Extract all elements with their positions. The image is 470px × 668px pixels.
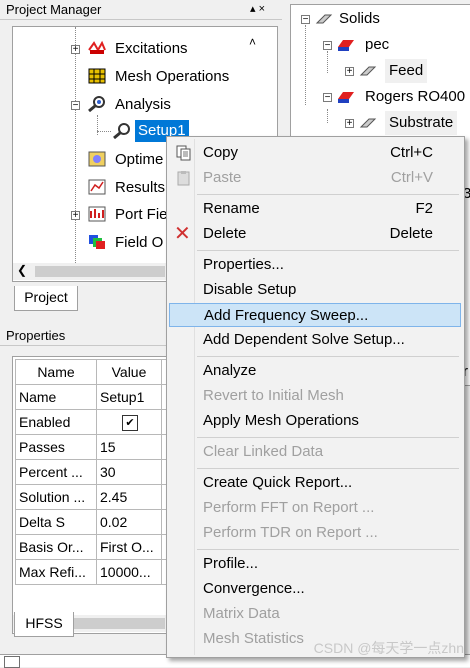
pec-material-icon [338,40,354,51]
menu-item-create-quick-report[interactable]: Create Quick Report... [169,471,461,495]
enabled-checkbox[interactable]: ✔ [122,415,138,431]
menu-item-apply-mesh-operations[interactable]: Apply Mesh Operations [169,409,461,433]
solids-icon [315,14,333,24]
table-row[interactable]: Solution ... 2.45 [15,484,189,510]
menu-item-matrix-data[interactable]: Matrix Data [169,602,461,626]
port-field-icon [88,206,106,222]
tree-connector [305,25,306,105]
tree-item-rogers[interactable]: Rogers RO400 [365,85,465,109]
menu-separator [197,437,459,438]
tree-connector [97,131,111,132]
column-header-name[interactable]: Name [15,359,97,385]
menu-item-add-dependent-solve-setup[interactable]: Add Dependent Solve Setup... [169,328,461,352]
panel-controls[interactable]: ▴ × [250,2,265,16]
menu-item-revert-initial-mesh[interactable]: Revert to Initial Mesh [169,384,461,408]
expand-feed-button[interactable]: + [345,67,354,77]
substrate-object-icon [359,118,377,128]
collapse-analysis-button[interactable]: − [71,101,80,111]
table-row[interactable]: Enabled ✔ [15,409,189,435]
delete-icon: ✕ [174,223,191,245]
tree-item-solids[interactable]: Solids [339,7,380,31]
menu-separator [197,549,459,550]
tree-connector [327,109,328,123]
menu-separator [197,250,459,251]
project-manager-titlebar: Project Manager [0,0,282,20]
tree-item-analysis[interactable]: Analysis [115,93,171,117]
copy-icon [176,145,191,161]
menu-item-clear-linked-data[interactable]: Clear Linked Data [169,440,461,464]
table-row[interactable]: Name Setup1 [15,384,189,410]
menu-separator [197,194,459,195]
analysis-icon [88,96,105,112]
column-header-value[interactable]: Value [96,359,162,385]
tree-item-field-overlays[interactable]: Field O [115,231,163,255]
menu-item-perform-tdr[interactable]: Perform TDR on Report ... [169,521,461,545]
menu-separator [197,468,459,469]
tab-project[interactable]: Project [14,286,78,311]
menu-item-add-frequency-sweep[interactable]: Add Frequency Sweep... [169,303,461,327]
expand-excitations-button[interactable]: + [71,45,80,55]
tree-connector [75,27,76,277]
scroll-thumb[interactable] [35,266,165,277]
project-manager-title: Project Manager [6,2,102,17]
tree-item-excitations[interactable]: Excitations [115,37,188,61]
field-overlays-icon [89,235,105,249]
tree-item-port-field[interactable]: Port Fie [115,203,168,227]
tree-item-optimetrics[interactable]: Optime [115,148,163,172]
rogers-material-icon [338,92,354,103]
feed-object-icon [359,66,377,76]
tab-hfss[interactable]: HFSS [14,612,74,637]
mesh-operations-icon [88,68,106,84]
table-row[interactable]: Percent ... 30 [15,459,189,485]
scroll-up-arrow-icon[interactable]: ˄ [249,35,256,49]
table-row[interactable]: Passes 15 [15,434,189,460]
context-menu: Copy Ctrl+C Paste Ctrl+V Rename F2 ✕ Del… [166,136,465,658]
setup-icon [113,123,130,139]
paste-icon [177,171,190,186]
menu-item-convergence[interactable]: Convergence... [169,577,461,601]
menu-item-properties[interactable]: Properties... [169,253,461,277]
tree-item-feed[interactable]: Feed [385,59,428,83]
table-row[interactable]: Max Refi... 10000... [15,559,189,585]
menu-item-copy[interactable]: Copy Ctrl+C [169,141,461,165]
menu-item-delete[interactable]: ✕ Delete Delete [169,222,461,246]
table-row[interactable]: Basis Or... First O... [15,534,189,560]
menu-separator [197,356,459,357]
tree-connector [97,115,98,135]
collapse-solids-button[interactable]: − [301,15,310,25]
watermark: CSDN @每天学一点zhn [313,640,464,656]
menu-item-perform-fft[interactable]: Perform FFT on Report ... [169,496,461,520]
tree-item-pec[interactable]: pec [365,33,389,57]
table-row[interactable]: Delta S 0.02 [15,509,189,535]
results-icon [88,179,106,195]
excitations-icon [88,40,106,54]
tree-item-mesh-operations[interactable]: Mesh Operations [115,65,229,89]
expand-port-field-button[interactable]: + [71,211,80,221]
scroll-left-arrow-icon[interactable]: ❮ [17,263,27,277]
collapse-pec-button[interactable]: − [323,41,332,51]
menu-item-analyze[interactable]: Analyze [169,359,461,383]
expand-substrate-button[interactable]: + [345,119,354,129]
menu-item-rename[interactable]: Rename F2 [169,197,461,221]
tree-item-results[interactable]: Results [115,176,165,200]
tree-item-substrate[interactable]: Substrate [385,111,458,135]
status-dropdown[interactable] [4,656,20,668]
collapse-rogers-button[interactable]: − [323,93,332,103]
tree-connector [327,51,328,73]
menu-item-disable-setup[interactable]: Disable Setup [169,278,461,302]
properties-header-row: Name Value [15,359,189,385]
menu-item-paste[interactable]: Paste Ctrl+V [169,166,461,190]
menu-item-profile[interactable]: Profile... [169,552,461,576]
optimetrics-icon [88,151,106,167]
